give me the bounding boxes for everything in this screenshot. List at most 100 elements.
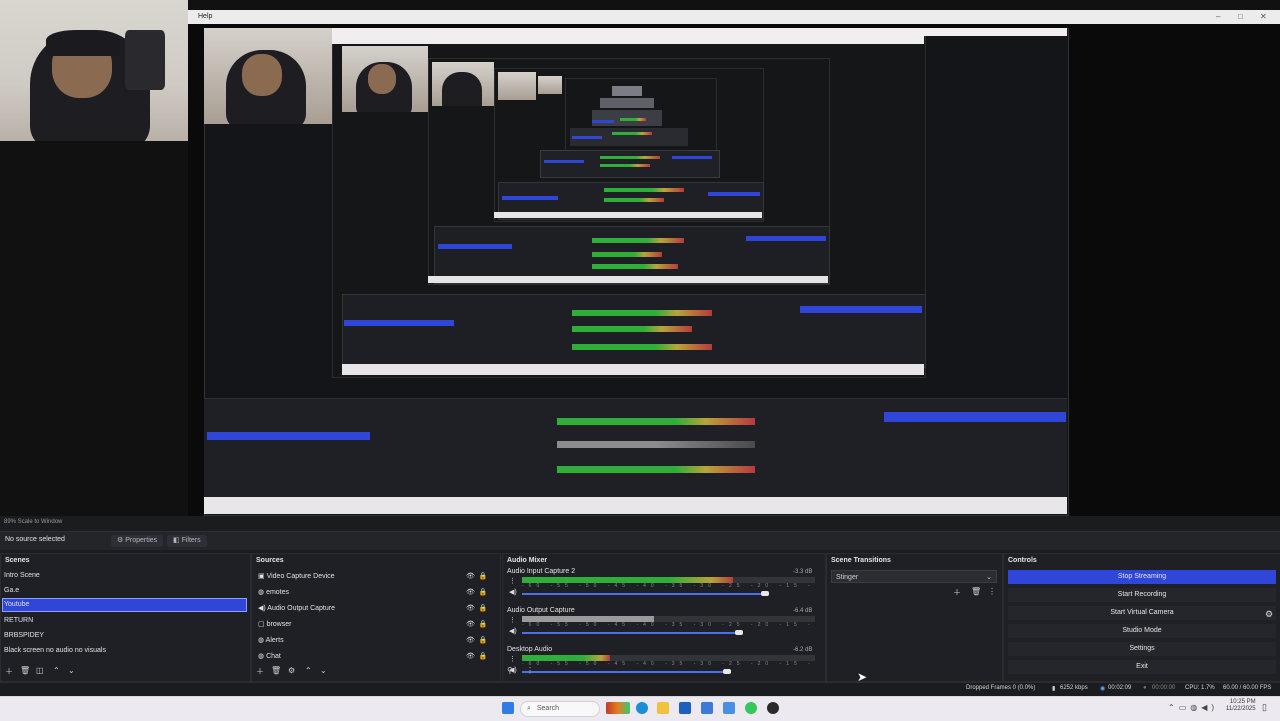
chevron-down-icon: ⌄	[986, 574, 992, 581]
nested-webcam-2	[342, 46, 428, 112]
source-item[interactable]: ◍ emotes	[258, 588, 289, 596]
mixer-volume-slider[interactable]	[522, 671, 728, 673]
source-item[interactable]: ▣ Video Capture Device	[258, 572, 335, 580]
dropped-frames: Dropped Frames 0 (0.0%)	[966, 685, 1036, 691]
mixer-channel-db: -6.4 dB	[793, 608, 813, 614]
app-icon[interactable]	[723, 702, 735, 714]
scene-item[interactable]: Black screen no audio no visuals	[4, 647, 106, 654]
kbps: 6252 kbps	[1060, 685, 1088, 691]
scene-item[interactable]: Intro Scene	[4, 572, 40, 579]
nested-webcam-3	[432, 62, 494, 106]
scene-transitions-title: Scene Transitions	[831, 557, 891, 564]
remove-source-icon[interactable]: 🗑	[271, 666, 281, 675]
mixer-volume-knob[interactable]	[734, 630, 743, 635]
move-up-icon[interactable]: ⌃	[53, 666, 60, 675]
mixer-volume-knob[interactable]	[723, 669, 732, 674]
scene-item-selected[interactable]: Youtube	[4, 601, 29, 608]
taskbar-search[interactable]: ⌕ Search	[520, 701, 600, 717]
browser-icon: ◍	[258, 589, 267, 596]
move-up-icon[interactable]: ⌃	[305, 666, 312, 675]
scene-item[interactable]: Ga.e	[4, 587, 19, 594]
source-item[interactable]: ▢ browser	[258, 620, 291, 628]
filters-button[interactable]: ◧ Filters	[167, 535, 207, 547]
exit-button[interactable]: Exit	[1008, 660, 1276, 674]
properties-button[interactable]: ⚙ Properties	[111, 535, 164, 547]
visibility-lock-icons[interactable]: 👁🔒	[466, 604, 492, 612]
audio-mixer-title: Audio Mixer	[507, 557, 548, 564]
mixer-volume-slider[interactable]	[522, 632, 739, 634]
studio-mode-button[interactable]: Studio Mode	[1008, 624, 1276, 638]
obs-icon[interactable]	[767, 702, 779, 714]
move-down-icon[interactable]: ⌄	[68, 666, 75, 675]
move-down-icon[interactable]: ⌄	[320, 666, 327, 675]
scene-filters-icon[interactable]: ◫	[36, 666, 44, 675]
browser-icon: ▢	[258, 621, 267, 628]
remove-scene-icon[interactable]: 🗑	[20, 666, 30, 675]
captured-titlebar: – □ ✕	[188, 10, 1280, 24]
mixer-channel-name: Desktop Audio	[507, 646, 553, 653]
network-icon: ▮	[1052, 686, 1056, 692]
visibility-lock-icons[interactable]: 👁🔒	[466, 572, 492, 580]
store-icon[interactable]	[679, 702, 691, 714]
scene-item[interactable]: RETURN	[4, 617, 33, 624]
source-label: browser	[266, 621, 292, 628]
start-recording-button[interactable]: Start Recording	[1008, 588, 1276, 602]
add-source-icon[interactable]: ＋	[256, 666, 264, 677]
mixer-volume-knob[interactable]	[761, 591, 770, 596]
preview-toolbar	[0, 517, 1280, 529]
gear-icon[interactable]: ⚙	[1265, 609, 1273, 620]
search-icon: ⌕	[527, 705, 531, 712]
mixer-link-icon[interactable]: ⚲	[507, 666, 513, 675]
source-item[interactable]: ◀) Audio Output Capture	[258, 604, 335, 612]
mixer-volume-slider[interactable]	[522, 593, 766, 595]
source-label: Video Capture Device	[266, 573, 335, 580]
nested-preview-deep	[612, 86, 642, 96]
menu-help[interactable]: Help	[198, 13, 212, 20]
source-label: Alerts	[265, 637, 284, 644]
transition-select[interactable]: Stinger ⌄	[831, 570, 997, 583]
minimize-icon[interactable]: –	[1216, 12, 1220, 21]
mixer-scale: -60 -55 -50 -45 -40 -35 -30 -25 -20 -15 …	[522, 583, 815, 587]
widget-icon[interactable]	[606, 702, 630, 714]
source-item[interactable]: ◍ Chat	[258, 652, 281, 660]
mixer-channel-name: Audio Output Capture	[507, 607, 575, 614]
visibility-lock-icons[interactable]: 👁🔒	[466, 620, 492, 628]
nested-scene-selected	[207, 432, 370, 440]
mixer-scale: -60 -55 -50 -45 -40 -35 -30 -25 -20 -15 …	[522, 661, 815, 665]
app-icon[interactable]	[701, 702, 713, 714]
nested-titlebar	[204, 28, 1067, 36]
transition-selected-label: Stinger	[836, 574, 859, 581]
source-item[interactable]: ◍ Alerts	[258, 636, 284, 644]
taskbar-search-label: Search	[536, 705, 560, 712]
visibility-lock-icons[interactable]: 👁🔒	[466, 652, 492, 660]
visibility-lock-icons[interactable]: 👁🔒	[466, 588, 492, 596]
browser-icon: ◍	[258, 653, 267, 660]
nested-webcam-1	[204, 28, 332, 124]
notification-icon[interactable]: ▯	[1262, 702, 1267, 713]
filters-label: Filters	[181, 537, 201, 544]
cpu-usage: CPU: 1.7%	[1185, 685, 1215, 691]
tray-icons[interactable]: ⌃▭◍◀)	[1168, 703, 1218, 712]
settings-button[interactable]: Settings	[1008, 642, 1276, 656]
edge-icon[interactable]	[636, 702, 648, 714]
mixer-menu-icon[interactable]: ⋮	[526, 666, 534, 675]
maximize-icon[interactable]: □	[1238, 12, 1243, 21]
add-transition-icon[interactable]: ＋	[953, 587, 961, 598]
start-icon[interactable]	[502, 702, 514, 714]
start-virtual-camera-button[interactable]: Start Virtual Camera	[1008, 606, 1276, 620]
scene-item[interactable]: BRBSPIDEY	[4, 632, 44, 639]
scale-to-window-select[interactable]: 89% Scale to Window	[4, 519, 62, 525]
add-scene-icon[interactable]: ＋	[5, 666, 13, 677]
stream-time: 00:02:09	[1108, 685, 1132, 691]
file-explorer-icon[interactable]	[657, 702, 669, 714]
taskbar-clock[interactable]: 10:25 PM 11/22/2025	[1226, 699, 1256, 713]
browser-icon: ◍	[258, 637, 266, 644]
mixer-menu-icon: ⋮	[509, 578, 516, 585]
source-settings-icon[interactable]: ⚙	[288, 666, 295, 675]
app-icon[interactable]	[745, 702, 757, 714]
transition-menu-icon[interactable]: ⋮	[988, 587, 996, 596]
close-icon[interactable]: ✕	[1260, 12, 1267, 21]
stop-streaming-button[interactable]: Stop Streaming	[1008, 570, 1276, 584]
remove-transition-icon[interactable]: 🗑	[971, 587, 981, 596]
visibility-lock-icons[interactable]: 👁🔒	[466, 636, 492, 644]
